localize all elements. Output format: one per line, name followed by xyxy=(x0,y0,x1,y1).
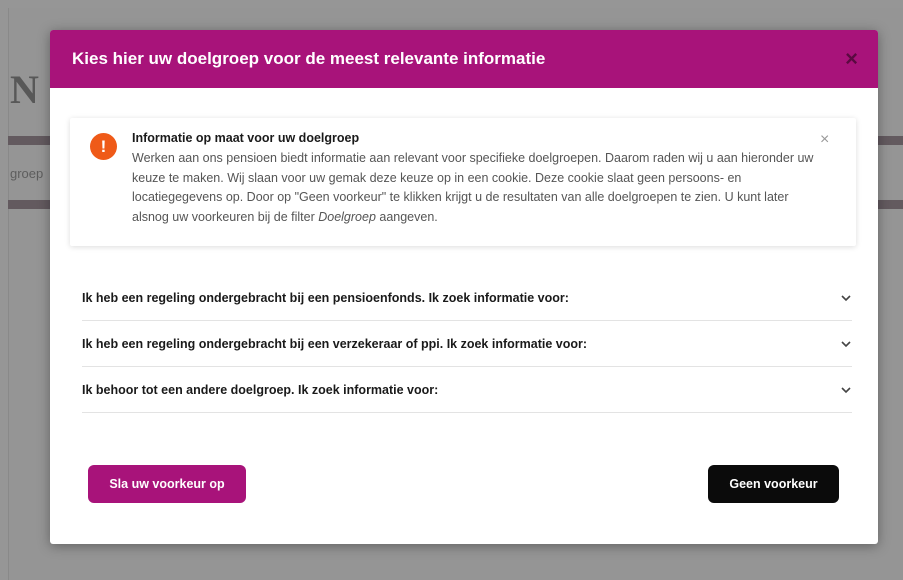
alert-title: Informatie op maat voor uw doelgroep xyxy=(132,131,360,145)
modal-header: Kies hier uw doelgroep voor de meest rel… xyxy=(50,30,878,88)
save-preference-button[interactable]: Sla uw voorkeur op xyxy=(88,465,246,503)
chevron-down-icon xyxy=(841,386,851,393)
alert-body-text: Werken aan ons pensioen biedt informatie… xyxy=(132,151,814,224)
accordion-item-pensioenfonds[interactable]: Ik heb een regeling ondergebracht bij ee… xyxy=(82,275,852,321)
chevron-down-icon xyxy=(841,294,851,301)
modal-title: Kies hier uw doelgroep voor de meest rel… xyxy=(72,49,546,68)
accordion-label: Ik behoor tot een andere doelgroep. Ik z… xyxy=(82,382,439,397)
accordion-item-verzekeraar[interactable]: Ik heb een regeling ondergebracht bij ee… xyxy=(82,321,852,367)
accordion-label: Ik heb een regeling ondergebracht bij ee… xyxy=(82,290,569,305)
chevron-down-icon xyxy=(841,340,851,347)
alert-body-emphasis: Doelgroep xyxy=(318,209,376,224)
accordion-item-andere-doelgroep[interactable]: Ik behoor tot een andere doelgroep. Ik z… xyxy=(82,367,852,413)
no-preference-button[interactable]: Geen voorkeur xyxy=(708,465,839,503)
alert-body-text-end: aangeven. xyxy=(375,209,438,224)
alert-close-icon[interactable]: × xyxy=(820,131,829,149)
audience-modal: Kies hier uw doelgroep voor de meest rel… xyxy=(50,30,878,544)
info-alert: ! Informatie op maat voor uw doelgroep W… xyxy=(70,118,856,246)
close-icon[interactable]: × xyxy=(845,48,858,70)
accordion-label: Ik heb een regeling ondergebracht bij ee… xyxy=(82,336,587,351)
exclamation-icon: ! xyxy=(90,133,117,160)
alert-body: Werken aan ons pensioen biedt informatie… xyxy=(132,149,822,227)
